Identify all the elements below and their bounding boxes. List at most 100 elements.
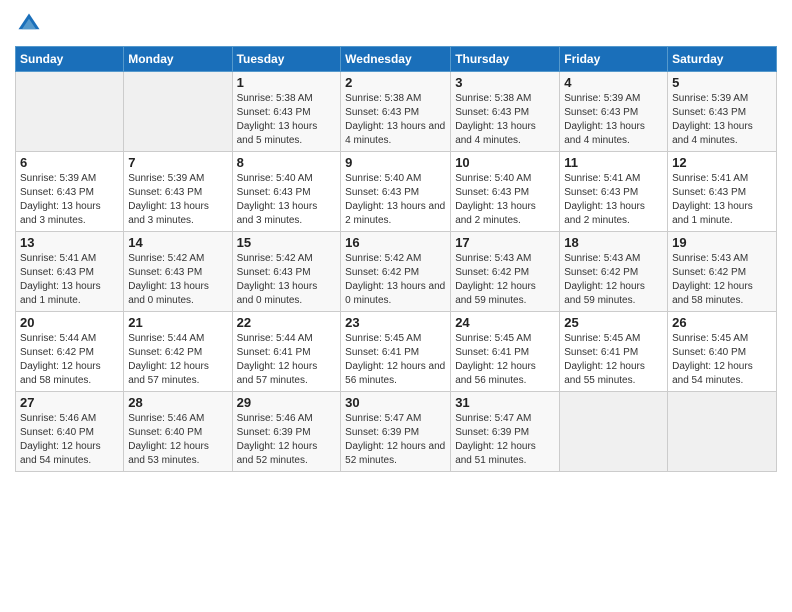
day-detail: Sunrise: 5:47 AM Sunset: 6:39 PM Dayligh… [345,412,446,468]
day-detail: Sunrise: 5:40 AM Sunset: 6:43 PM Dayligh… [455,172,555,228]
day-detail: Sunrise: 5:45 AM Sunset: 6:40 PM Dayligh… [672,332,772,388]
week-row-2: 13Sunrise: 5:41 AM Sunset: 6:43 PM Dayli… [16,232,777,312]
header-tuesday: Tuesday [232,47,341,72]
day-detail: Sunrise: 5:39 AM Sunset: 6:43 PM Dayligh… [128,172,227,228]
day-number: 8 [237,155,337,170]
day-detail: Sunrise: 5:42 AM Sunset: 6:42 PM Dayligh… [345,252,446,308]
day-cell: 12Sunrise: 5:41 AM Sunset: 6:43 PM Dayli… [668,152,777,232]
day-number: 12 [672,155,772,170]
day-detail: Sunrise: 5:44 AM Sunset: 6:42 PM Dayligh… [128,332,227,388]
day-cell [668,392,777,472]
day-detail: Sunrise: 5:42 AM Sunset: 6:43 PM Dayligh… [128,252,227,308]
page-header [15,10,777,38]
day-cell: 5 Sunrise: 5:39 AM Sunset: 6:43 PM Daylig… [668,72,777,152]
day-number: 28 [128,395,227,410]
day-cell: 28Sunrise: 5:46 AM Sunset: 6:40 PM Dayli… [124,392,232,472]
calendar-body: 1Sunrise: 5:38 AM Sunset: 6:43 PM Daylig… [16,72,777,472]
day-number: 6 [20,155,119,170]
day-detail: Sunrise: 5:38 AM Sunset: 6:43 PM Dayligh… [455,92,555,148]
day-number: 26 [672,315,772,330]
day-number: 27 [20,395,119,410]
day-number: 29 [237,395,337,410]
day-cell: 16Sunrise: 5:42 AM Sunset: 6:42 PM Dayli… [341,232,451,312]
day-number: 14 [128,235,227,250]
day-detail: Sunrise: 5:45 AM Sunset: 6:41 PM Dayligh… [564,332,663,388]
day-number: 3 [455,75,555,90]
week-row-3: 20 Sunrise: 5:44 AM Sunset: 6:42 PM Dayli… [16,312,777,392]
header-wednesday: Wednesday [341,47,451,72]
day-cell: 20 Sunrise: 5:44 AM Sunset: 6:42 PM Dayli… [16,312,124,392]
day-detail: Sunrise: 5:41 AM Sunset: 6:43 PM Dayligh… [20,252,119,308]
day-number: 11 [564,155,663,170]
day-detail: Sunrise: 5:38 AM Sunset: 6:43 PM Dayligh… [237,92,337,148]
day-cell: 4 Sunrise: 5:39 AM Sunset: 6:43 PM Daylig… [560,72,668,152]
day-cell: 9Sunrise: 5:40 AM Sunset: 6:43 PM Daylig… [341,152,451,232]
day-cell: 10 Sunrise: 5:40 AM Sunset: 6:43 PM Dayli… [451,152,560,232]
day-number: 5 [672,75,772,90]
day-cell: 14 Sunrise: 5:42 AM Sunset: 6:43 PM Dayli… [124,232,232,312]
day-cell: 31 Sunrise: 5:47 AM Sunset: 6:39 PM Dayli… [451,392,560,472]
day-number: 4 [564,75,663,90]
day-number: 2 [345,75,446,90]
day-detail: Sunrise: 5:39 AM Sunset: 6:43 PM Dayligh… [20,172,119,228]
day-cell: 13Sunrise: 5:41 AM Sunset: 6:43 PM Dayli… [16,232,124,312]
day-cell: 30 Sunrise: 5:47 AM Sunset: 6:39 PM Dayli… [341,392,451,472]
day-cell: 1Sunrise: 5:38 AM Sunset: 6:43 PM Daylig… [232,72,341,152]
day-cell: 15 Sunrise: 5:42 AM Sunset: 6:43 PM Dayli… [232,232,341,312]
day-detail: Sunrise: 5:42 AM Sunset: 6:43 PM Dayligh… [237,252,337,308]
logo-icon [15,10,43,38]
day-number: 22 [237,315,337,330]
day-number: 7 [128,155,227,170]
day-cell: 7 Sunrise: 5:39 AM Sunset: 6:43 PM Daylig… [124,152,232,232]
day-number: 24 [455,315,555,330]
day-number: 17 [455,235,555,250]
day-number: 31 [455,395,555,410]
day-number: 20 [20,315,119,330]
day-cell: 27 Sunrise: 5:46 AM Sunset: 6:40 PM Dayli… [16,392,124,472]
day-cell: 11 Sunrise: 5:41 AM Sunset: 6:43 PM Dayli… [560,152,668,232]
header-saturday: Saturday [668,47,777,72]
day-cell: 21 Sunrise: 5:44 AM Sunset: 6:42 PM Dayli… [124,312,232,392]
day-cell: 18Sunrise: 5:43 AM Sunset: 6:42 PM Dayli… [560,232,668,312]
day-detail: Sunrise: 5:46 AM Sunset: 6:40 PM Dayligh… [20,412,119,468]
day-cell: 24 Sunrise: 5:45 AM Sunset: 6:41 PM Dayli… [451,312,560,392]
header-friday: Friday [560,47,668,72]
day-detail: Sunrise: 5:40 AM Sunset: 6:43 PM Dayligh… [237,172,337,228]
day-detail: Sunrise: 5:44 AM Sunset: 6:42 PM Dayligh… [20,332,119,388]
header-sunday: Sunday [16,47,124,72]
day-cell [16,72,124,152]
day-cell: 3 Sunrise: 5:38 AM Sunset: 6:43 PM Daylig… [451,72,560,152]
day-detail: Sunrise: 5:38 AM Sunset: 6:43 PM Dayligh… [345,92,446,148]
day-detail: Sunrise: 5:44 AM Sunset: 6:41 PM Dayligh… [237,332,337,388]
day-cell: 26 Sunrise: 5:45 AM Sunset: 6:40 PM Dayli… [668,312,777,392]
calendar-header: SundayMondayTuesdayWednesdayThursdayFrid… [16,47,777,72]
header-row: SundayMondayTuesdayWednesdayThursdayFrid… [16,47,777,72]
day-cell: 17 Sunrise: 5:43 AM Sunset: 6:42 PM Dayli… [451,232,560,312]
day-detail: Sunrise: 5:45 AM Sunset: 6:41 PM Dayligh… [455,332,555,388]
day-cell: 29 Sunrise: 5:46 AM Sunset: 6:39 PM Dayli… [232,392,341,472]
day-cell: 2 Sunrise: 5:38 AM Sunset: 6:43 PM Daylig… [341,72,451,152]
day-detail: Sunrise: 5:47 AM Sunset: 6:39 PM Dayligh… [455,412,555,468]
day-detail: Sunrise: 5:45 AM Sunset: 6:41 PM Dayligh… [345,332,446,388]
day-number: 18 [564,235,663,250]
day-number: 25 [564,315,663,330]
day-number: 19 [672,235,772,250]
day-detail: Sunrise: 5:39 AM Sunset: 6:43 PM Dayligh… [564,92,663,148]
day-cell: 23Sunrise: 5:45 AM Sunset: 6:41 PM Dayli… [341,312,451,392]
day-detail: Sunrise: 5:46 AM Sunset: 6:39 PM Dayligh… [237,412,337,468]
day-number: 15 [237,235,337,250]
day-detail: Sunrise: 5:43 AM Sunset: 6:42 PM Dayligh… [672,252,772,308]
day-number: 10 [455,155,555,170]
day-detail: Sunrise: 5:41 AM Sunset: 6:43 PM Dayligh… [564,172,663,228]
day-cell: 6 Sunrise: 5:39 AM Sunset: 6:43 PM Daylig… [16,152,124,232]
header-thursday: Thursday [451,47,560,72]
day-cell: 22 Sunrise: 5:44 AM Sunset: 6:41 PM Dayli… [232,312,341,392]
day-detail: Sunrise: 5:43 AM Sunset: 6:42 PM Dayligh… [455,252,555,308]
day-number: 30 [345,395,446,410]
logo [15,10,47,38]
day-number: 21 [128,315,227,330]
day-detail: Sunrise: 5:39 AM Sunset: 6:43 PM Dayligh… [672,92,772,148]
calendar-table: SundayMondayTuesdayWednesdayThursdayFrid… [15,46,777,472]
day-cell [560,392,668,472]
header-monday: Monday [124,47,232,72]
